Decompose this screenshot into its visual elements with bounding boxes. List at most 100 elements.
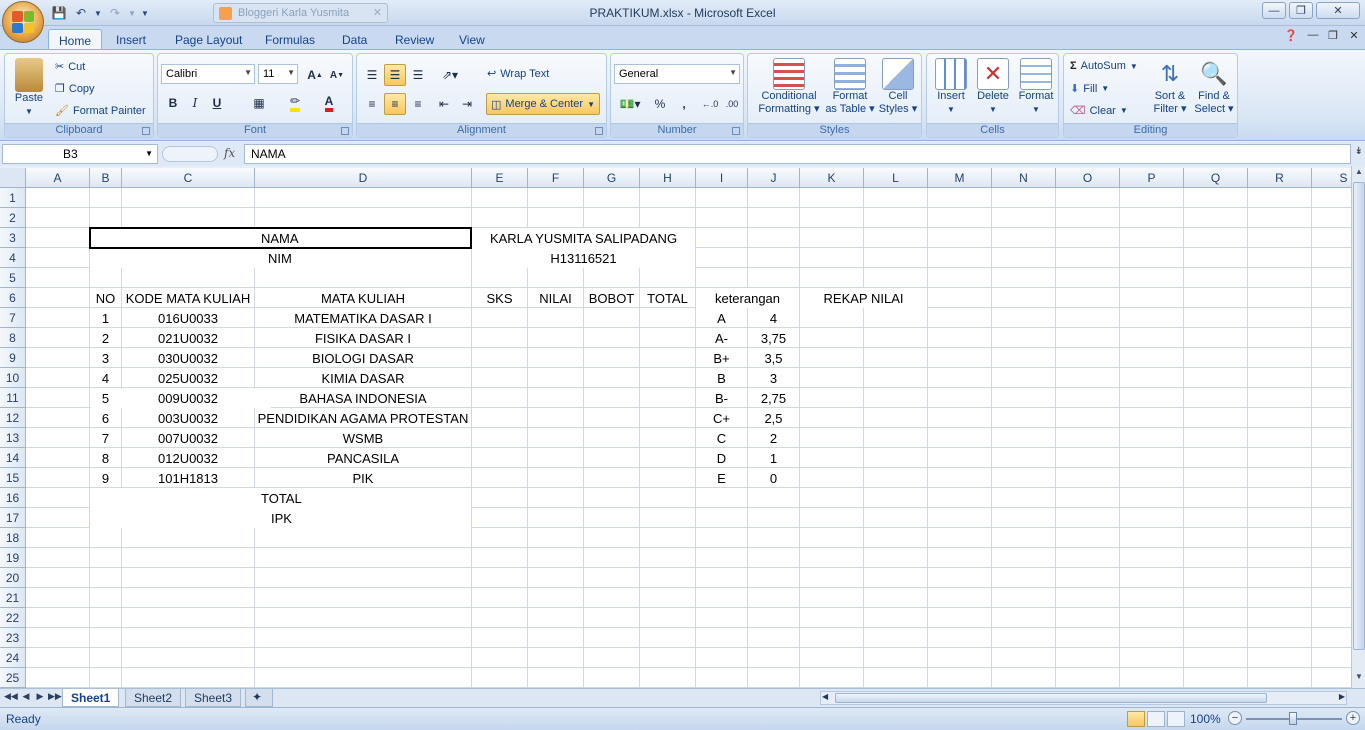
align-top-button[interactable]: ☰ [361, 64, 383, 86]
grade-value-cell[interactable]: 3 [748, 368, 799, 388]
column-header[interactable]: D [255, 168, 472, 188]
grade-value-cell[interactable]: 2,75 [748, 388, 799, 408]
normal-view-button[interactable] [1127, 711, 1145, 727]
font-color-button[interactable]: A [318, 92, 340, 114]
row-header[interactable]: 1 [0, 188, 26, 208]
zoom-in-icon[interactable]: + [1346, 711, 1360, 725]
header-mata-kuliah[interactable]: MATA KULIAH [255, 288, 471, 308]
format-painter-button[interactable]: 🖌 Format Painter [55, 104, 146, 118]
expand-formula-bar-icon[interactable]: ↡ [1355, 146, 1363, 157]
row-header[interactable]: 24 [0, 648, 26, 668]
row-header[interactable]: 4 [0, 248, 26, 268]
course-kode-cell[interactable]: 021U0032 [122, 328, 254, 348]
course-nama-cell[interactable]: BAHASA INDONESIA [255, 388, 471, 408]
font-launcher-icon[interactable] [341, 127, 349, 135]
course-kode-cell[interactable]: 016U0033 [122, 308, 254, 328]
course-nama-cell[interactable]: BIOLOGI DASAR [255, 348, 471, 368]
tab-view[interactable]: View [449, 29, 495, 50]
clipboard-launcher-icon[interactable] [142, 127, 150, 135]
column-header[interactable]: S [1312, 168, 1351, 188]
sheet-tab-sheet1[interactable]: Sheet1 [62, 689, 120, 707]
align-center-button[interactable]: ≡ [384, 93, 406, 115]
grade-grade-cell[interactable]: B+ [696, 348, 747, 368]
decrease-decimal-button[interactable]: .00 [721, 93, 743, 115]
insert-function-icon[interactable]: fx [224, 146, 235, 160]
sheet-tab-sheet3[interactable]: Sheet3 [185, 689, 242, 707]
worksheet-grid[interactable]: ABCDEFGHIJKLMNOPQRS 1 2 3 4 5 6 7 8 9 10 11 12 13 14 1… [0, 168, 1351, 688]
grade-grade-cell[interactable]: D [696, 448, 747, 468]
column-header[interactable]: K [800, 168, 864, 188]
row-header[interactable]: 8 [0, 328, 26, 348]
row-header[interactable]: 18 [0, 528, 26, 548]
course-kode-cell[interactable]: 009U0032 [122, 388, 254, 408]
restore-button[interactable]: ❐ [1289, 2, 1313, 19]
row-header[interactable]: 5 [0, 268, 26, 288]
course-kode-cell[interactable]: 025U0032 [122, 368, 254, 388]
column-header[interactable]: P [1120, 168, 1184, 188]
clear-button[interactable]: ⌫ Clear ▼ [1070, 104, 1128, 118]
header-rekap-nilai[interactable]: REKAP NILAI [800, 288, 927, 308]
column-header[interactable]: R [1248, 168, 1312, 188]
page-layout-view-button[interactable] [1147, 711, 1165, 727]
copy-button[interactable]: ❐ Copy [55, 82, 95, 96]
grade-value-cell[interactable]: 2 [748, 428, 799, 448]
grade-value-cell[interactable]: 4 [748, 308, 799, 328]
grade-grade-cell[interactable]: C [696, 428, 747, 448]
row-header[interactable]: 11 [0, 388, 26, 408]
grade-value-cell[interactable]: 3,5 [748, 348, 799, 368]
scroll-right-icon[interactable]: ▶ [1339, 692, 1345, 701]
formula-bar-resize-handle[interactable] [162, 146, 218, 162]
tab-formulas[interactable]: Formulas [255, 29, 325, 50]
grade-grade-cell[interactable]: B- [696, 388, 747, 408]
find-select-button[interactable]: 🔍 Find & Select ▾ [1192, 58, 1236, 116]
align-middle-button[interactable]: ☰ [384, 64, 406, 86]
course-no-cell[interactable]: 2 [90, 328, 121, 348]
row-header[interactable]: 22 [0, 608, 26, 628]
tab-review[interactable]: Review [385, 29, 444, 50]
course-no-cell[interactable]: 6 [90, 408, 121, 428]
header-keterangan[interactable]: keterangan [696, 288, 799, 308]
course-nama-cell[interactable]: KIMIA DASAR [255, 368, 471, 388]
vertical-scroll-thumb[interactable] [1353, 182, 1365, 650]
italic-button[interactable]: I [184, 92, 206, 114]
scroll-left-icon[interactable]: ◀ [822, 692, 828, 701]
row-header[interactable]: 20 [0, 568, 26, 588]
tab-home[interactable]: Home [48, 29, 103, 50]
course-kode-cell[interactable]: 007U0032 [122, 428, 254, 448]
column-header[interactable]: E [472, 168, 528, 188]
course-nama-cell[interactable]: MATEMATIKA DASAR I [255, 308, 471, 328]
grade-grade-cell[interactable]: C+ [696, 408, 747, 428]
page-break-view-button[interactable] [1167, 711, 1185, 727]
column-header[interactable]: M [928, 168, 992, 188]
sheet-tab-sheet2[interactable]: Sheet2 [125, 689, 182, 707]
align-left-button[interactable]: ≡ [361, 93, 383, 115]
ipk-label-cell[interactable]: IPK [90, 508, 471, 528]
nim-value-cell[interactable]: H13116521 [472, 248, 695, 268]
paste-button[interactable]: Paste ▼ [9, 58, 49, 118]
header-no[interactable]: NO [90, 288, 121, 308]
decrease-indent-button[interactable]: ⇤ [433, 93, 455, 115]
cell-styles-button[interactable]: Cell Styles ▾ [876, 58, 920, 116]
fill-color-button[interactable]: ✏ [284, 92, 306, 114]
align-bottom-button[interactable]: ☰ [407, 64, 429, 86]
scroll-up-icon[interactable]: ▲ [1353, 167, 1365, 181]
column-header[interactable]: B [90, 168, 122, 188]
increase-decimal-button[interactable]: ←.0 [699, 93, 721, 115]
workbook-restore-icon[interactable]: ❐ [1325, 29, 1341, 45]
chevron-down-icon[interactable]: ▼ [145, 149, 153, 158]
grade-grade-cell[interactable]: A [696, 308, 747, 328]
grade-grade-cell[interactable]: A- [696, 328, 747, 348]
merge-center-button[interactable]: ◫ Merge & Center ▼ [486, 93, 600, 115]
course-nama-cell[interactable]: FISIKA DASAR I [255, 328, 471, 348]
number-format-combo[interactable]: General ▼ [614, 64, 740, 84]
zoom-slider-thumb[interactable] [1289, 712, 1297, 725]
row-header[interactable]: 13 [0, 428, 26, 448]
alignment-launcher-icon[interactable] [595, 127, 603, 135]
delete-cells-button[interactable]: ✕ Delete ▼ [973, 58, 1013, 116]
column-header[interactable]: H [640, 168, 696, 188]
vertical-scrollbar[interactable]: ▲ ▼ [1351, 166, 1365, 688]
font-size-combo[interactable]: 11 ▼ [258, 64, 298, 84]
nim-label-cell[interactable]: NIM [90, 248, 471, 268]
zoom-out-icon[interactable]: − [1228, 711, 1242, 725]
sort-filter-button[interactable]: ⇅ Sort & Filter ▾ [1148, 58, 1192, 116]
